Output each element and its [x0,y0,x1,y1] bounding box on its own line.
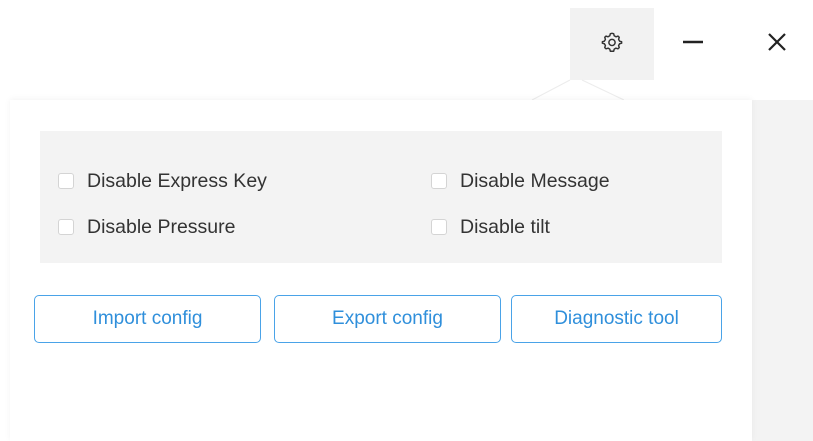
option-disable-express-key[interactable]: Disable Express Key [58,169,267,193]
option-label: Disable Pressure [87,215,236,238]
gear-icon [601,31,623,58]
background-pane [752,100,813,441]
settings-button[interactable] [570,8,654,80]
close-icon [767,32,787,57]
checkbox[interactable] [58,173,74,189]
minimize-icon [682,31,704,58]
option-disable-pressure[interactable]: Disable Pressure [58,215,235,239]
export-config-button[interactable]: Export config [274,295,501,343]
import-config-button[interactable]: Import config [34,295,261,343]
settings-popover: Disable Express Key Disable Message Disa… [10,100,752,441]
option-disable-tilt[interactable]: Disable tilt [431,215,550,239]
options-group: Disable Express Key Disable Message Disa… [40,131,722,263]
option-label: Disable Express Key [87,169,267,192]
minimize-button[interactable] [654,8,732,80]
checkbox[interactable] [431,219,447,235]
close-button[interactable] [740,8,813,80]
checkbox[interactable] [58,219,74,235]
settings-window: Disable Express Key Disable Message Disa… [0,0,813,441]
option-label: Disable tilt [460,215,550,238]
title-bar [0,0,813,80]
option-disable-message[interactable]: Disable Message [431,169,610,193]
diagnostic-tool-button[interactable]: Diagnostic tool [511,295,722,343]
checkbox[interactable] [431,173,447,189]
option-label: Disable Message [460,169,610,192]
